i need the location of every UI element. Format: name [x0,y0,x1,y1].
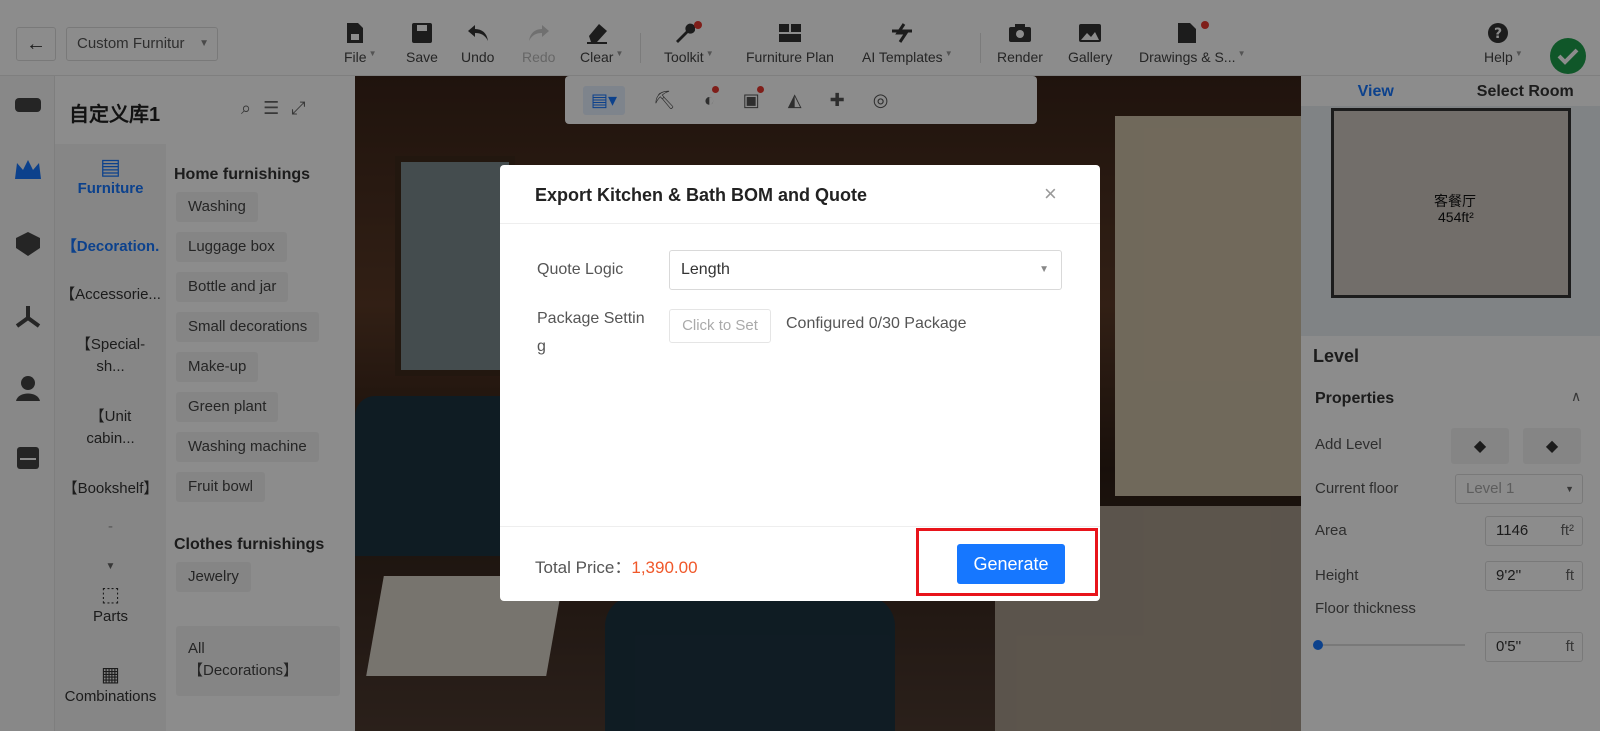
dialog-title: Export Kitchen & Bath BOM and Quote [535,185,868,205]
close-icon[interactable]: × [1044,181,1057,207]
click-to-set-button[interactable]: Click to Set [669,309,771,343]
highlight-box [916,528,1098,596]
total-price-value: 1,390.00 [631,558,698,577]
dialog-divider [500,223,1100,224]
package-setting-label: Package Settin g [537,305,645,361]
package-setting-label-line1: Package Settin [537,310,645,327]
quote-logic-select[interactable]: Length ▼ [669,250,1062,290]
total-price: Total Price：1,390.00 [535,553,698,578]
configured-package-count: Configured 0/30 Package [786,315,967,332]
total-price-label: Total Price： [535,558,632,577]
quote-logic-label: Quote Logic [537,261,624,278]
dialog-footer-divider [500,526,1100,527]
package-setting-label-line2: g [537,338,546,355]
chevron-down-icon: ▼ [1039,264,1049,275]
quote-logic-value: Length [681,261,730,278]
